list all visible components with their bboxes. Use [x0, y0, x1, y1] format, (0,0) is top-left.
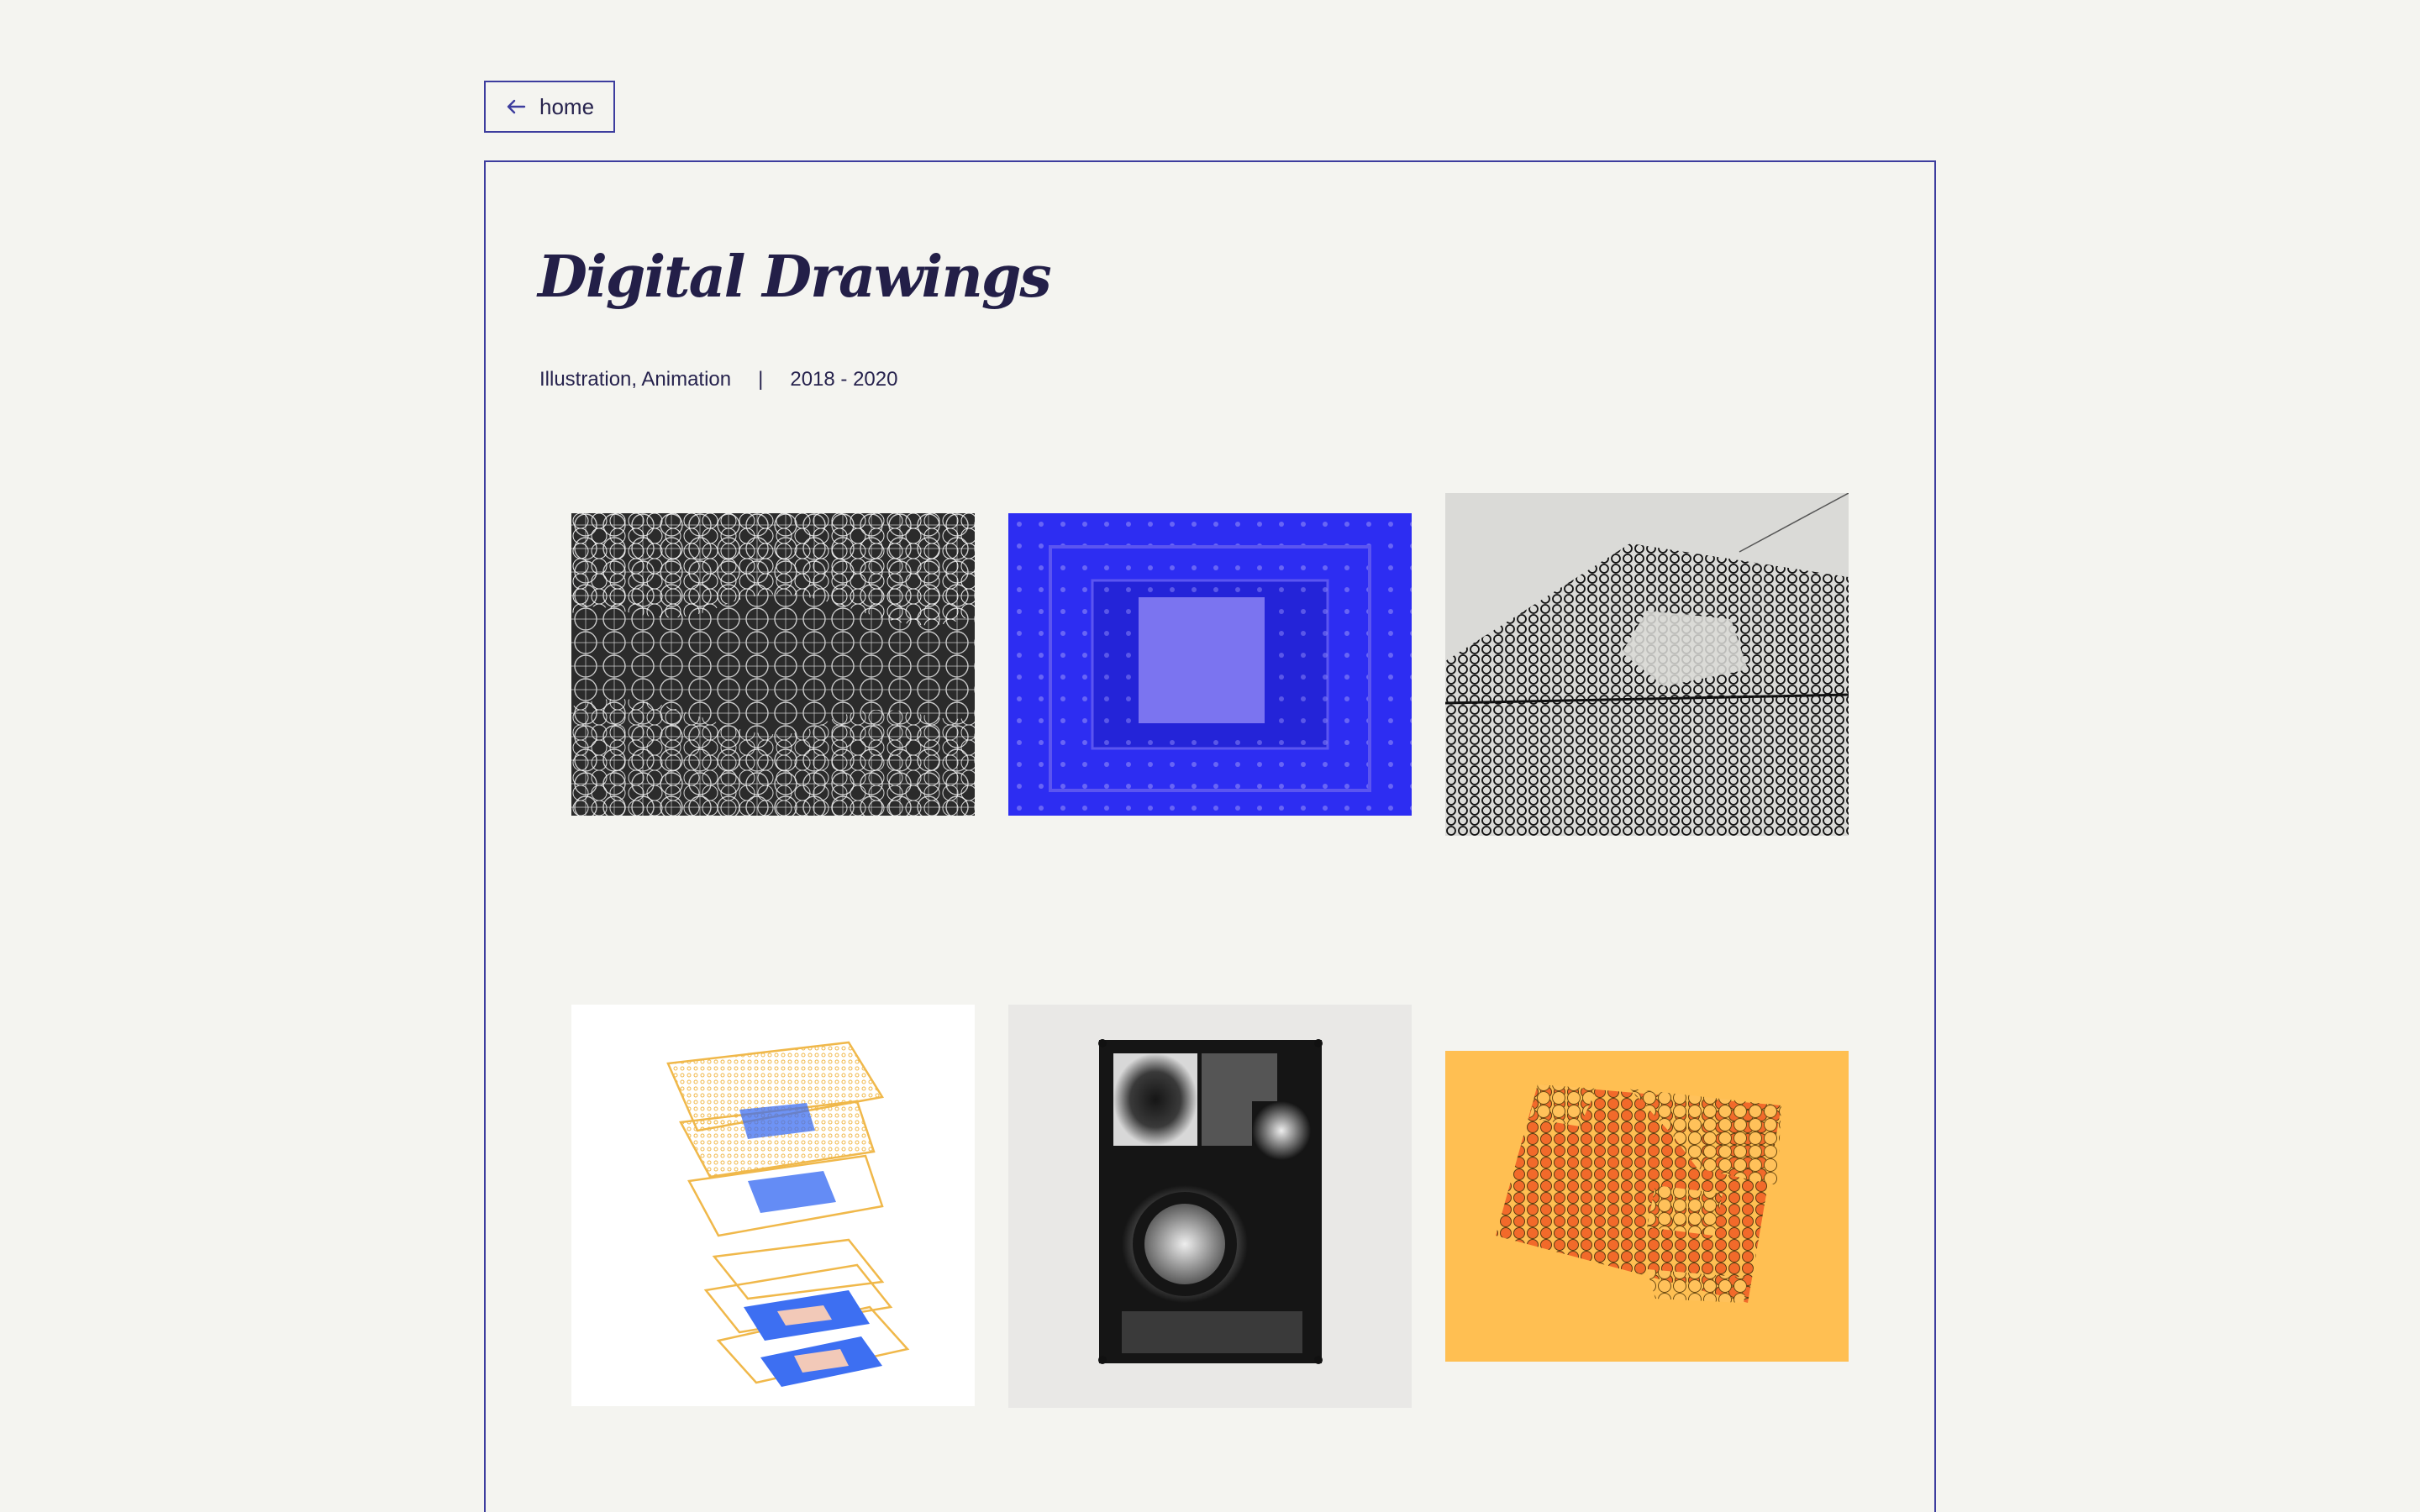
gallery-image-layered-isometric[interactable] — [571, 1005, 975, 1406]
home-label: home — [539, 94, 595, 119]
project-categories: Illustration, Animation — [539, 368, 732, 391]
project-meta: Illustration, Animation | 2018 - 2020 — [539, 368, 897, 391]
gallery-image-blue-squares[interactable] — [1008, 513, 1412, 816]
project-panel: Digital Drawings Illustration, Animation… — [484, 160, 1936, 1512]
gallery-image-wall-print[interactable] — [1008, 1005, 1412, 1408]
meta-separator: | — [758, 368, 764, 391]
home-button[interactable]: home — [484, 81, 615, 133]
gallery-image-orange-circles[interactable] — [1445, 1051, 1849, 1362]
project-years: 2018 - 2020 — [790, 368, 898, 391]
gallery-image-perspective-grid[interactable] — [1445, 493, 1849, 836]
gallery-image-circle-mesh[interactable] — [571, 513, 975, 816]
page: home Digital Drawings Illustration, Anim… — [0, 0, 2420, 1512]
page-title: Digital Drawings — [538, 244, 1052, 311]
arrow-left-icon — [507, 99, 526, 114]
